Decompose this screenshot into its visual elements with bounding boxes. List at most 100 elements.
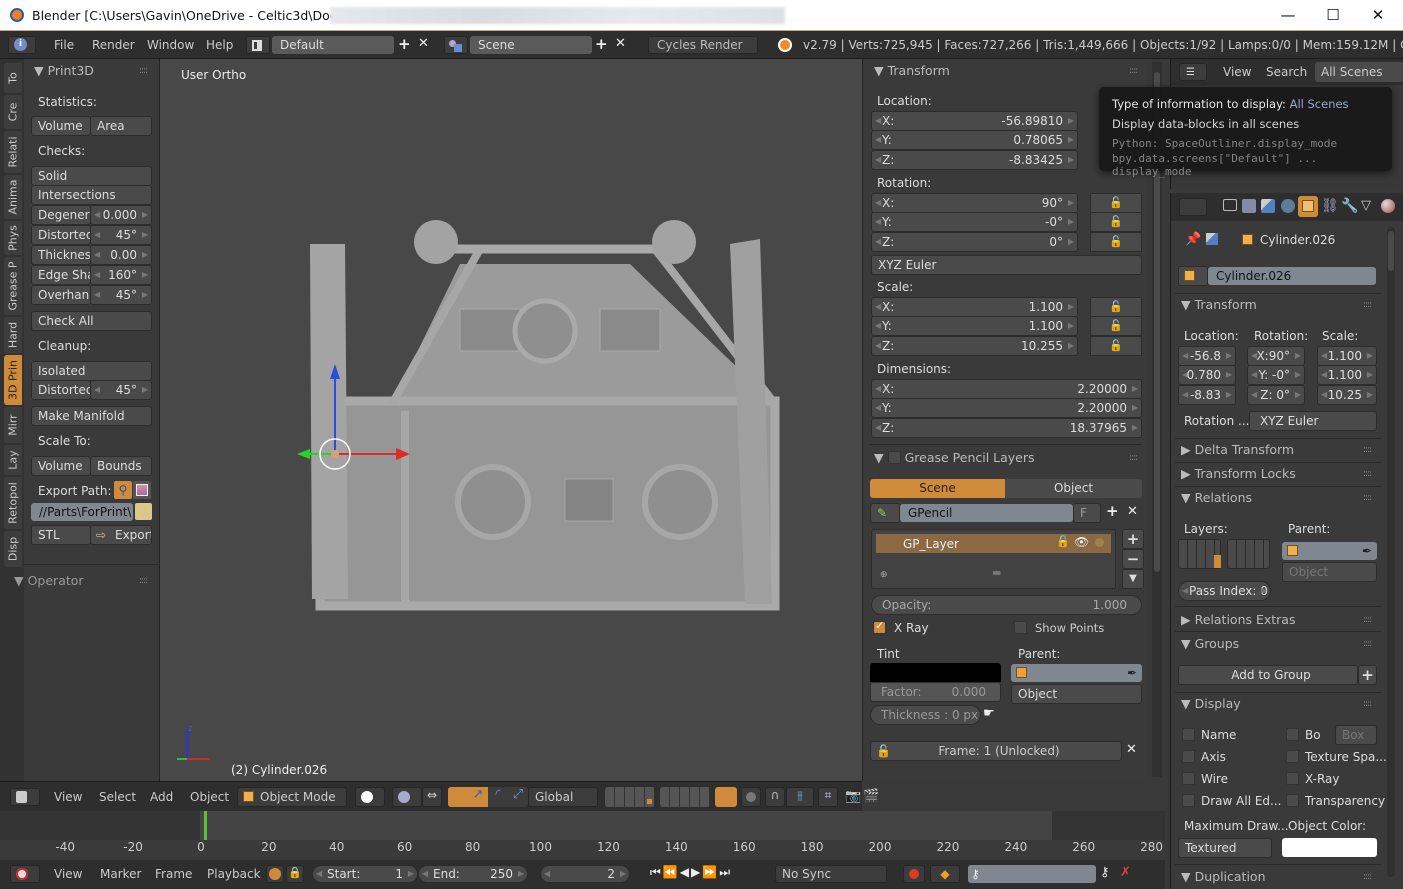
drag-handle-icon[interactable]: :::: — [139, 576, 148, 586]
delete-frame-icon[interactable]: ✕ — [1126, 742, 1137, 757]
obj-transform-panel-header[interactable]: ▼ Transform — [1181, 297, 1257, 312]
rotation-y-field[interactable]: ◀ Y: -0° ▶ — [871, 212, 1078, 232]
3d-viewport[interactable]: User Ortho z (2) Cylinder.026 — [160, 59, 862, 781]
3d-view-editor-icon[interactable] — [10, 788, 40, 806]
jump-end-icon[interactable]: ⏭ — [719, 865, 732, 879]
properties-editor-icon[interactable] — [1179, 198, 1207, 216]
display-name-checkbox[interactable] — [1182, 728, 1195, 741]
eyedropper-icon[interactable]: ✒ — [1127, 664, 1137, 682]
distorted-field[interactable]: ◀ 45° ▶ — [90, 225, 152, 245]
bounds-type-dropdown[interactable]: Box — [1335, 725, 1377, 745]
relations-extras-panel-header[interactable]: ▶ Relations Extras — [1181, 612, 1295, 627]
lock-rotation-y-icon[interactable]: 🔓 — [1090, 212, 1142, 232]
timeline[interactable] — [0, 811, 1165, 860]
location-y-field[interactable]: ◀ Y: 0.78065 ▶ — [871, 130, 1078, 150]
export-button[interactable]: ⇨ Export — [90, 525, 152, 545]
tab-create[interactable]: Cre — [4, 95, 22, 129]
tint-factor-slider[interactable]: Factor: 0.000 — [870, 682, 1001, 702]
drag-handle-icon[interactable]: :::: — [1363, 493, 1372, 503]
jump-keyframe-forward-icon[interactable]: ⏩ — [702, 865, 719, 879]
apply-thickness-icon[interactable]: ☛ — [983, 706, 995, 721]
obj-scale-x[interactable]: ◀ 1.100 ▶ — [1317, 346, 1377, 366]
obj-parent-field[interactable]: ✒ — [1282, 542, 1377, 560]
scene-layers-grid-b[interactable] — [660, 787, 710, 807]
transform-locks-panel-header[interactable]: ▶ Transform Locks — [1181, 466, 1296, 481]
resize-grip-icon[interactable]: ═ — [993, 566, 1000, 580]
scene-field[interactable]: Scene — [470, 36, 592, 54]
layer-grid-right[interactable] — [1227, 539, 1270, 569]
filter-icon[interactable]: ⊕ — [880, 570, 888, 580]
tab-physics[interactable]: Phys — [4, 221, 22, 255]
edge-sharp-field[interactable]: ◀ 160° ▶ — [90, 265, 152, 285]
volume-button[interactable]: Volume — [31, 116, 91, 136]
frame-lock-button[interactable]: 🔓 Frame: 1 (Unlocked) — [870, 741, 1122, 761]
tint-color-swatch[interactable] — [870, 663, 1001, 682]
object-color-swatch[interactable] — [1282, 838, 1377, 857]
grease-pencil-panel-header[interactable]: ▼ Grease Pencil Layers — [874, 450, 1035, 465]
translate-manipulator-icon[interactable]: ↗ — [468, 787, 488, 807]
drag-handle-icon[interactable]: :::: — [1363, 872, 1372, 882]
display-mode-dropdown[interactable]: All Scenes — [1315, 62, 1403, 82]
play-reverse-icon[interactable]: ◀ — [680, 865, 691, 879]
pass-index-field[interactable]: ◀ Pass Index: 0 ▶ — [1178, 581, 1271, 601]
add-to-group-button[interactable]: Add to Group — [1178, 665, 1358, 685]
pivot-point-dropdown[interactable] — [392, 787, 422, 807]
timeline-menu-frame[interactable]: Frame — [155, 867, 192, 881]
drag-handle-icon[interactable]: :::: — [1129, 453, 1138, 463]
remove-layer-button[interactable]: − — [1122, 549, 1144, 569]
rotation-mode-dropdown[interactable]: XYZ Euler — [871, 255, 1142, 275]
gp-parent-field[interactable]: ✒ — [1011, 664, 1142, 682]
relations-panel-header[interactable]: ▼ Relations — [1181, 490, 1252, 505]
current-frame-cursor[interactable] — [204, 811, 207, 840]
start-frame-field[interactable]: ◀ Start: 1 ▶ — [312, 865, 418, 883]
menu-view[interactable]: View — [54, 790, 82, 804]
minimize-button[interactable]: — — [1268, 4, 1308, 26]
drag-handle-icon[interactable]: :::: — [1363, 639, 1372, 649]
check-all-button[interactable]: Check All — [31, 311, 152, 331]
scene-icon[interactable] — [444, 36, 468, 54]
proportional-editing-icon[interactable] — [741, 787, 761, 807]
check-thickness-button[interactable]: Thickness — [31, 245, 91, 265]
display-transparency-checkbox[interactable] — [1286, 794, 1299, 807]
obj-rotation-mode-dropdown[interactable]: XYZ Euler — [1249, 411, 1377, 431]
object-tab-icon[interactable] — [1298, 196, 1318, 217]
obj-location-x[interactable]: ◀ -56.8 ▶ — [1178, 346, 1236, 366]
display-texture-space-checkbox[interactable] — [1286, 750, 1299, 763]
jump-start-icon[interactable]: ⏮ — [650, 865, 663, 879]
eyedropper-icon[interactable]: ✒ — [1362, 542, 1372, 560]
obj-rotation-y[interactable]: ◀ Y: -0° ▶ — [1247, 365, 1305, 385]
operator-panel-header[interactable]: ▼ Operator — [14, 573, 84, 588]
object-name-input[interactable]: Cylinder.026 — [1208, 267, 1376, 285]
location-x-field[interactable]: ◀ X: -56.89810 ▶ — [871, 111, 1078, 131]
display-bounds-checkbox[interactable] — [1286, 728, 1299, 741]
layer-visibility-icon[interactable]: 👁 — [1074, 535, 1089, 549]
area-button[interactable]: Area — [90, 116, 152, 136]
remove-scene-icon[interactable]: ✕ — [615, 36, 626, 51]
delete-keyframe-icon[interactable]: ✗ — [1120, 865, 1131, 880]
folder-icon[interactable] — [135, 503, 152, 520]
constraints-tab-icon[interactable]: ⛓ — [1321, 198, 1339, 214]
cleanup-distorted-button[interactable]: Distorted — [31, 380, 91, 400]
lock-time-cursor-icon[interactable]: 🔒 — [286, 865, 304, 883]
pin-icon[interactable]: 📌 — [1185, 232, 1201, 247]
remove-screen-icon[interactable]: ✕ — [418, 36, 429, 51]
grease-pencil-toggle[interactable] — [887, 451, 901, 464]
transform-panel-header[interactable]: ▼ Transform — [874, 63, 950, 78]
outliner-editor-icon[interactable]: ☰ — [1179, 63, 1207, 81]
material-tab-icon[interactable] — [1381, 199, 1395, 213]
scene-layers-grid-a[interactable] — [605, 787, 655, 807]
menu-select[interactable]: Select — [99, 790, 136, 804]
drag-handle-icon[interactable]: :::: — [139, 66, 148, 76]
snap-element-dropdown[interactable]: ⫵ — [786, 787, 814, 807]
check-edge-sharp-button[interactable]: Edge Shar — [31, 265, 91, 285]
snap-target-icon[interactable]: ⌗ — [818, 787, 838, 807]
rotation-z-field[interactable]: ◀ Z: 0° ▶ — [871, 232, 1078, 252]
tab-display[interactable]: Disp — [4, 531, 22, 567]
timeline-menu-playback[interactable]: Playback — [207, 867, 261, 881]
drag-handle-icon[interactable]: :::: — [1363, 300, 1372, 310]
lock-scale-z-icon[interactable]: 🔓 — [1090, 336, 1142, 356]
gpencil-browse-button[interactable]: ✎ — [870, 503, 900, 523]
active-layer-cell[interactable] — [1214, 555, 1221, 568]
delta-transform-panel-header[interactable]: ▶ Delta Transform — [1181, 442, 1294, 457]
properties-scrollbar[interactable] — [1387, 227, 1395, 877]
